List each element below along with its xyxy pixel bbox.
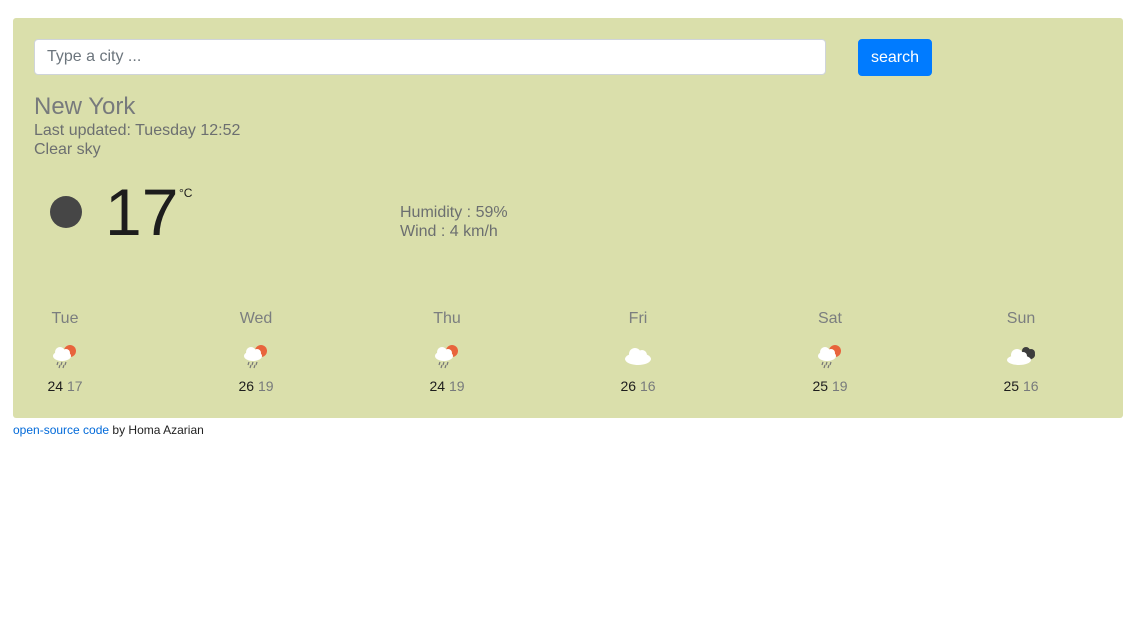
weather-card: search New York Last updated: Tuesday 12… xyxy=(13,18,1123,418)
forecast-day-name: Tue xyxy=(51,310,79,327)
forecast-day-name: Thu xyxy=(433,310,461,327)
forecast-day-name: Fri xyxy=(628,310,648,327)
forecast-day: Tue 24 17 xyxy=(25,309,105,394)
rain-sun-icon xyxy=(818,345,841,369)
forecast-min-temp: 19 xyxy=(831,378,848,394)
city-name: New York xyxy=(34,93,136,120)
forecast-day: Fri 26 16 xyxy=(598,309,678,394)
rain-sun-icon xyxy=(244,345,267,369)
forecast-max-temp: 26 xyxy=(620,378,637,394)
wind: Wind : 4 km/h xyxy=(400,223,498,240)
rain-sun-icon xyxy=(53,345,76,369)
forecast-day: Sun 25 16 xyxy=(981,309,1061,394)
forecast-day-name: Sat xyxy=(817,310,842,327)
forecast-temps: 24 19 xyxy=(407,378,487,394)
forecast-min-temp: 16 xyxy=(1022,378,1039,394)
forecast-min-temp: 16 xyxy=(639,378,656,394)
forecast-temps: 26 19 xyxy=(216,378,296,394)
forecast-min-temp: 19 xyxy=(257,378,274,394)
forecast-temps: 25 16 xyxy=(981,378,1061,394)
weather-description: Clear sky xyxy=(34,141,101,158)
footer: open-source code by Homa Azarian xyxy=(13,423,204,437)
search-button[interactable]: search xyxy=(858,39,932,76)
author-credit: by Homa Azarian xyxy=(112,423,204,437)
broken-clouds-icon xyxy=(1007,347,1035,365)
forecast-min-temp: 17 xyxy=(66,378,83,394)
clear-night-icon xyxy=(50,196,82,228)
forecast-day: Thu 24 19 xyxy=(407,309,487,394)
forecast-min-temp: 19 xyxy=(448,378,465,394)
forecast-max-temp: 25 xyxy=(812,378,829,394)
forecast-temps: 26 16 xyxy=(598,378,678,394)
city-search-input[interactable] xyxy=(34,39,826,75)
humidity: Humidity : 59% xyxy=(400,204,508,221)
forecast-max-temp: 24 xyxy=(429,378,446,394)
forecast-day-name: Wed xyxy=(239,310,273,327)
forecast-temps: 25 19 xyxy=(790,378,870,394)
forecast-temps: 24 17 xyxy=(25,378,105,394)
current-temperature: 17 xyxy=(105,175,179,249)
forecast-day: Sat 25 19 xyxy=(790,309,870,394)
forecast-day: Wed 26 19 xyxy=(216,309,296,394)
temperature-unit[interactable]: °C xyxy=(179,186,192,200)
cloud-icon xyxy=(625,348,651,365)
open-source-link[interactable]: open-source code xyxy=(13,423,109,437)
forecast-max-temp: 25 xyxy=(1003,378,1020,394)
rain-sun-icon xyxy=(435,345,458,369)
forecast-max-temp: 24 xyxy=(47,378,64,394)
last-updated: Last updated: Tuesday 12:52 xyxy=(34,122,241,139)
forecast-day-name: Sun xyxy=(1006,310,1036,327)
forecast-max-temp: 26 xyxy=(238,378,255,394)
